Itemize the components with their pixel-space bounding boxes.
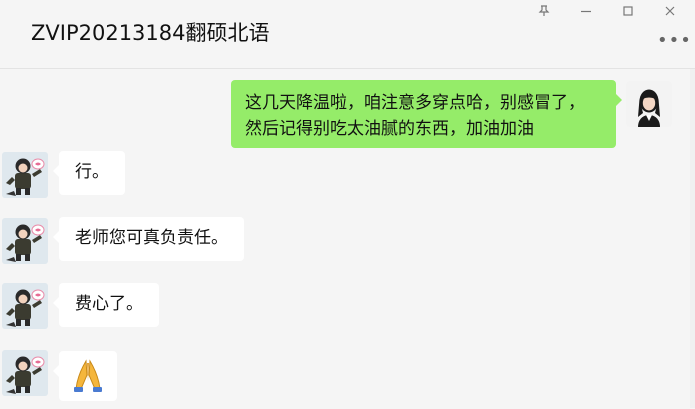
chat-area: 这几天降温啦，咱注意多穿点哈，别感冒了， 然后记得别吃太油腻的东西，加油加油 行… bbox=[0, 69, 695, 408]
more-options-icon[interactable]: ••• bbox=[657, 32, 691, 50]
minimize-icon[interactable] bbox=[574, 2, 598, 20]
chat-header: ZVIP20213184翻硕北语 ••• bbox=[0, 0, 695, 69]
message-text: 费心了。 bbox=[75, 294, 143, 314]
my-avatar[interactable] bbox=[626, 81, 672, 127]
chat-title: ZVIP20213184翻硕北语 bbox=[31, 21, 270, 45]
scrollbar[interactable] bbox=[690, 69, 695, 408]
close-icon[interactable] bbox=[658, 2, 682, 20]
contact-avatar[interactable] bbox=[2, 283, 48, 329]
folded-hands-icon bbox=[74, 359, 102, 392]
message-line: 这几天降温啦，咱注意多穿点哈，别感冒了， bbox=[245, 93, 585, 113]
maximize-icon[interactable] bbox=[616, 2, 640, 20]
message-line: 然后记得别吃太油腻的东西，加油加油 bbox=[245, 119, 534, 139]
contact-avatar[interactable] bbox=[2, 350, 48, 396]
incoming-emoji-bubble[interactable] bbox=[53, 351, 117, 401]
pin-icon[interactable] bbox=[532, 2, 556, 20]
incoming-message-bubble[interactable]: 费心了。 bbox=[53, 283, 159, 327]
contact-avatar[interactable] bbox=[2, 218, 48, 264]
incoming-message-bubble[interactable]: 老师您可真负责任。 bbox=[53, 217, 244, 261]
outgoing-message-bubble[interactable]: 这几天降温啦，咱注意多穿点哈，别感冒了， 然后记得别吃太油腻的东西，加油加油 bbox=[231, 80, 622, 148]
incoming-message-bubble[interactable]: 行。 bbox=[53, 151, 125, 195]
contact-avatar[interactable] bbox=[2, 152, 48, 198]
message-text: 老师您可真负责任。 bbox=[75, 228, 228, 248]
message-text: 行。 bbox=[75, 162, 109, 182]
